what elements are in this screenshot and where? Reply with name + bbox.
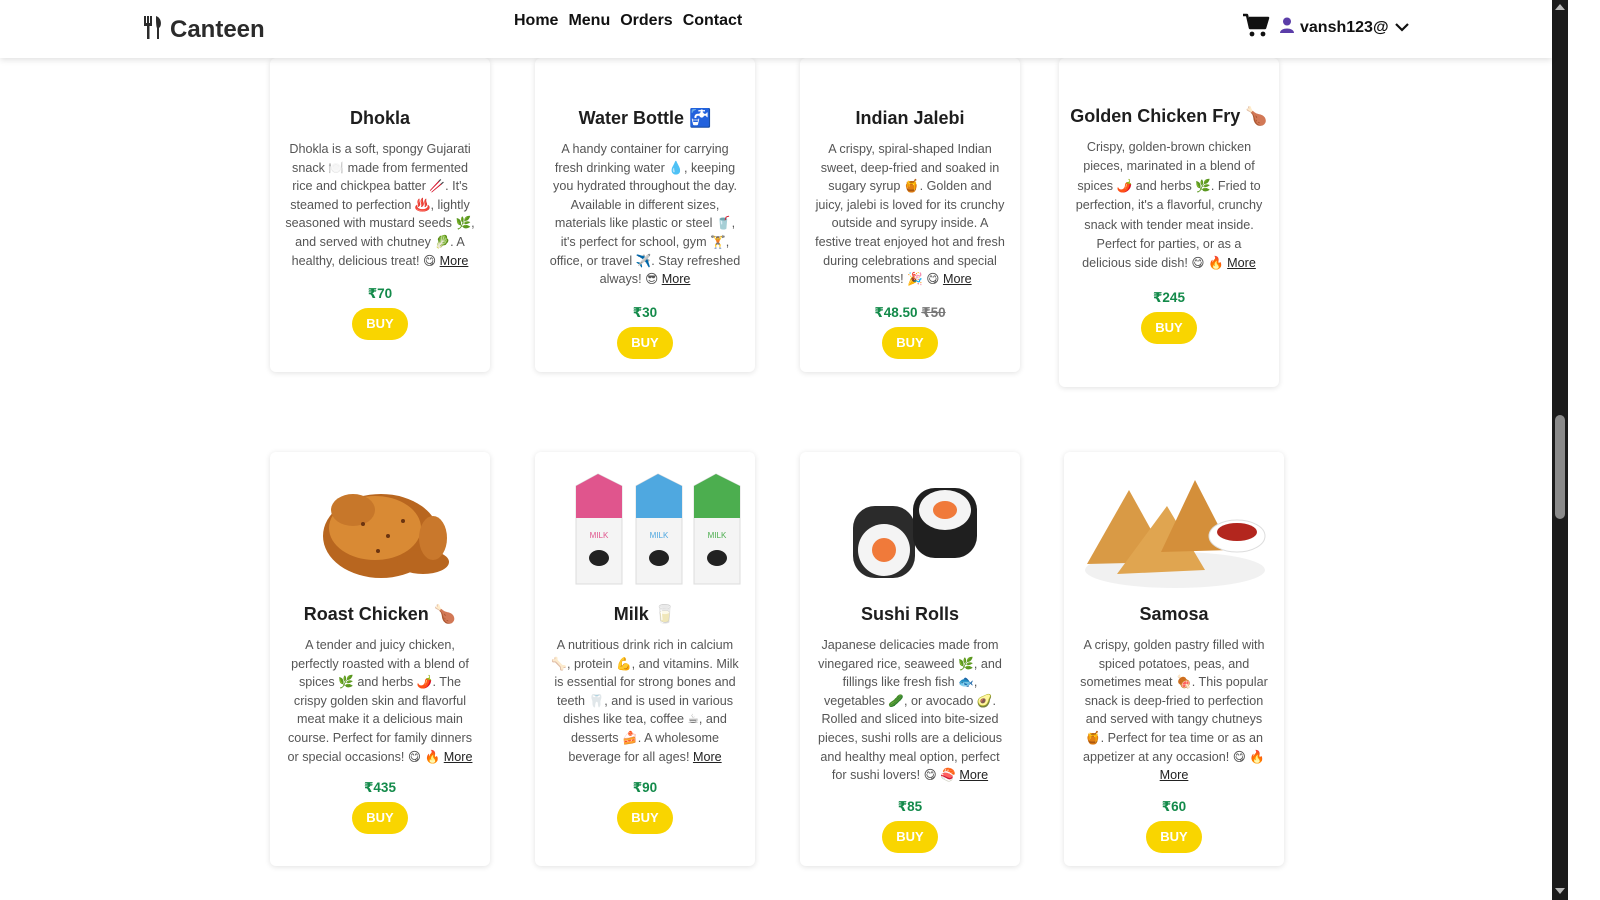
buy-button[interactable]: BUY bbox=[1141, 311, 1197, 344]
buy-button[interactable]: BUY bbox=[352, 308, 408, 341]
nav-home[interactable]: Home bbox=[514, 12, 558, 30]
sushi-rolls-image bbox=[813, 466, 1008, 594]
product-name: Milk 🥛 bbox=[613, 604, 677, 624]
product-name: Sushi Rolls bbox=[860, 604, 959, 624]
nav-right: vansh123@ bbox=[1242, 12, 1409, 43]
carton-label: MILK bbox=[707, 531, 726, 540]
product-old-price: ₹50 bbox=[921, 304, 946, 320]
cart-icon[interactable] bbox=[1242, 12, 1270, 43]
product-description: Crispy, golden-brown chicken pieces, mar… bbox=[1075, 140, 1263, 271]
product-name: Dhokla bbox=[349, 108, 410, 128]
product-description: A tender and juicy chicken, perfectly ro… bbox=[287, 638, 473, 764]
product-description: A crispy, golden pastry filled with spic… bbox=[1080, 638, 1268, 783]
navbar: Canteen Home Menu Orders Contact vansh12… bbox=[0, 0, 1552, 58]
user-icon bbox=[1280, 17, 1294, 38]
product-price: ₹85 bbox=[897, 798, 923, 814]
product-price: ₹245 bbox=[1153, 289, 1185, 305]
product-description: A crispy, spiral-shaped Indian sweet, de… bbox=[815, 142, 1005, 287]
product-card-samosa: Samosa A crispy, golden pastry filled wi… bbox=[1064, 452, 1284, 866]
buy-button[interactable]: BUY bbox=[617, 802, 673, 835]
more-link[interactable]: More bbox=[1160, 768, 1189, 782]
nav-orders[interactable]: Orders bbox=[620, 12, 672, 30]
scrollbar[interactable] bbox=[1552, 0, 1568, 900]
product-name: Water Bottle 🚰 bbox=[578, 108, 712, 128]
product-price: ₹90 bbox=[632, 780, 658, 796]
product-price: ₹70 bbox=[367, 286, 393, 302]
nav-menu[interactable]: Menu bbox=[568, 12, 610, 30]
product-card-indian-jalebi: Indian Jalebi A crispy, spiral-shaped In… bbox=[800, 58, 1020, 372]
carton-label: MILK bbox=[649, 531, 668, 540]
product-name: Indian Jalebi bbox=[855, 108, 965, 128]
product-price: ₹48.50 ₹50 bbox=[874, 304, 946, 320]
buy-button[interactable]: BUY bbox=[617, 326, 673, 359]
window-margin bbox=[1568, 0, 1600, 900]
product-price: ₹30 bbox=[632, 304, 658, 320]
nav-links: Home Menu Orders Contact bbox=[514, 12, 742, 30]
brand-name: Canteen bbox=[170, 15, 265, 43]
product-card-milk: MILK MILK MILK Milk 🥛 A nutritious drink… bbox=[535, 452, 755, 866]
buy-button[interactable]: BUY bbox=[1146, 820, 1202, 853]
user-menu[interactable]: vansh123@ bbox=[1280, 17, 1409, 38]
product-price: ₹60 bbox=[1161, 798, 1187, 814]
scroll-down-icon[interactable] bbox=[1555, 888, 1565, 894]
nav-contact[interactable]: Contact bbox=[683, 12, 743, 30]
scrollbar-thumb[interactable] bbox=[1555, 415, 1565, 519]
fork-knife-icon bbox=[142, 14, 164, 45]
product-description: Dhokla is a soft, spongy Gujarati snack … bbox=[285, 142, 475, 268]
more-link[interactable]: More bbox=[444, 750, 473, 764]
scroll-up-icon[interactable] bbox=[1555, 4, 1565, 10]
product-description: Japanese delicacies made from vinegared … bbox=[817, 638, 1003, 783]
product-description: A nutritious drink rich in calcium 🦴, pr… bbox=[551, 638, 739, 764]
product-card-roast-chicken: Roast Chicken 🍗 A tender and juicy chick… bbox=[270, 452, 490, 866]
product-card-golden-chicken-fry: Golden Chicken Fry 🍗 Crispy, golden-brow… bbox=[1059, 58, 1279, 387]
more-link[interactable]: More bbox=[693, 750, 722, 764]
username: vansh123@ bbox=[1300, 18, 1389, 36]
chevron-down-icon bbox=[1394, 19, 1409, 37]
more-link[interactable]: More bbox=[662, 272, 691, 286]
product-name: Samosa bbox=[1139, 604, 1209, 624]
product-name: Roast Chicken 🍗 bbox=[303, 604, 457, 624]
product-price: ₹435 bbox=[364, 780, 396, 796]
buy-button[interactable]: BUY bbox=[882, 820, 938, 853]
product-card-dhokla: Dhokla Dhokla is a soft, spongy Gujarati… bbox=[270, 58, 490, 372]
carton-label: MILK bbox=[589, 531, 608, 540]
milk-cartons-image: MILK MILK MILK bbox=[548, 466, 743, 594]
brand[interactable]: Canteen bbox=[142, 14, 265, 45]
buy-button[interactable]: BUY bbox=[352, 802, 408, 835]
samosa-image bbox=[1077, 466, 1272, 594]
more-link[interactable]: More bbox=[943, 272, 972, 286]
roast-chicken-image bbox=[283, 466, 478, 594]
more-link[interactable]: More bbox=[959, 768, 988, 782]
more-link[interactable]: More bbox=[440, 254, 469, 268]
product-description: A handy container for carrying fresh dri… bbox=[549, 142, 741, 287]
product-card-water-bottle: Water Bottle 🚰 A handy container for car… bbox=[535, 58, 755, 372]
product-name: Golden Chicken Fry 🍗 bbox=[1070, 106, 1268, 126]
buy-button[interactable]: BUY bbox=[882, 326, 938, 359]
product-card-sushi-rolls: Sushi Rolls Japanese delicacies made fro… bbox=[800, 452, 1020, 866]
more-link[interactable]: More bbox=[1227, 256, 1256, 270]
